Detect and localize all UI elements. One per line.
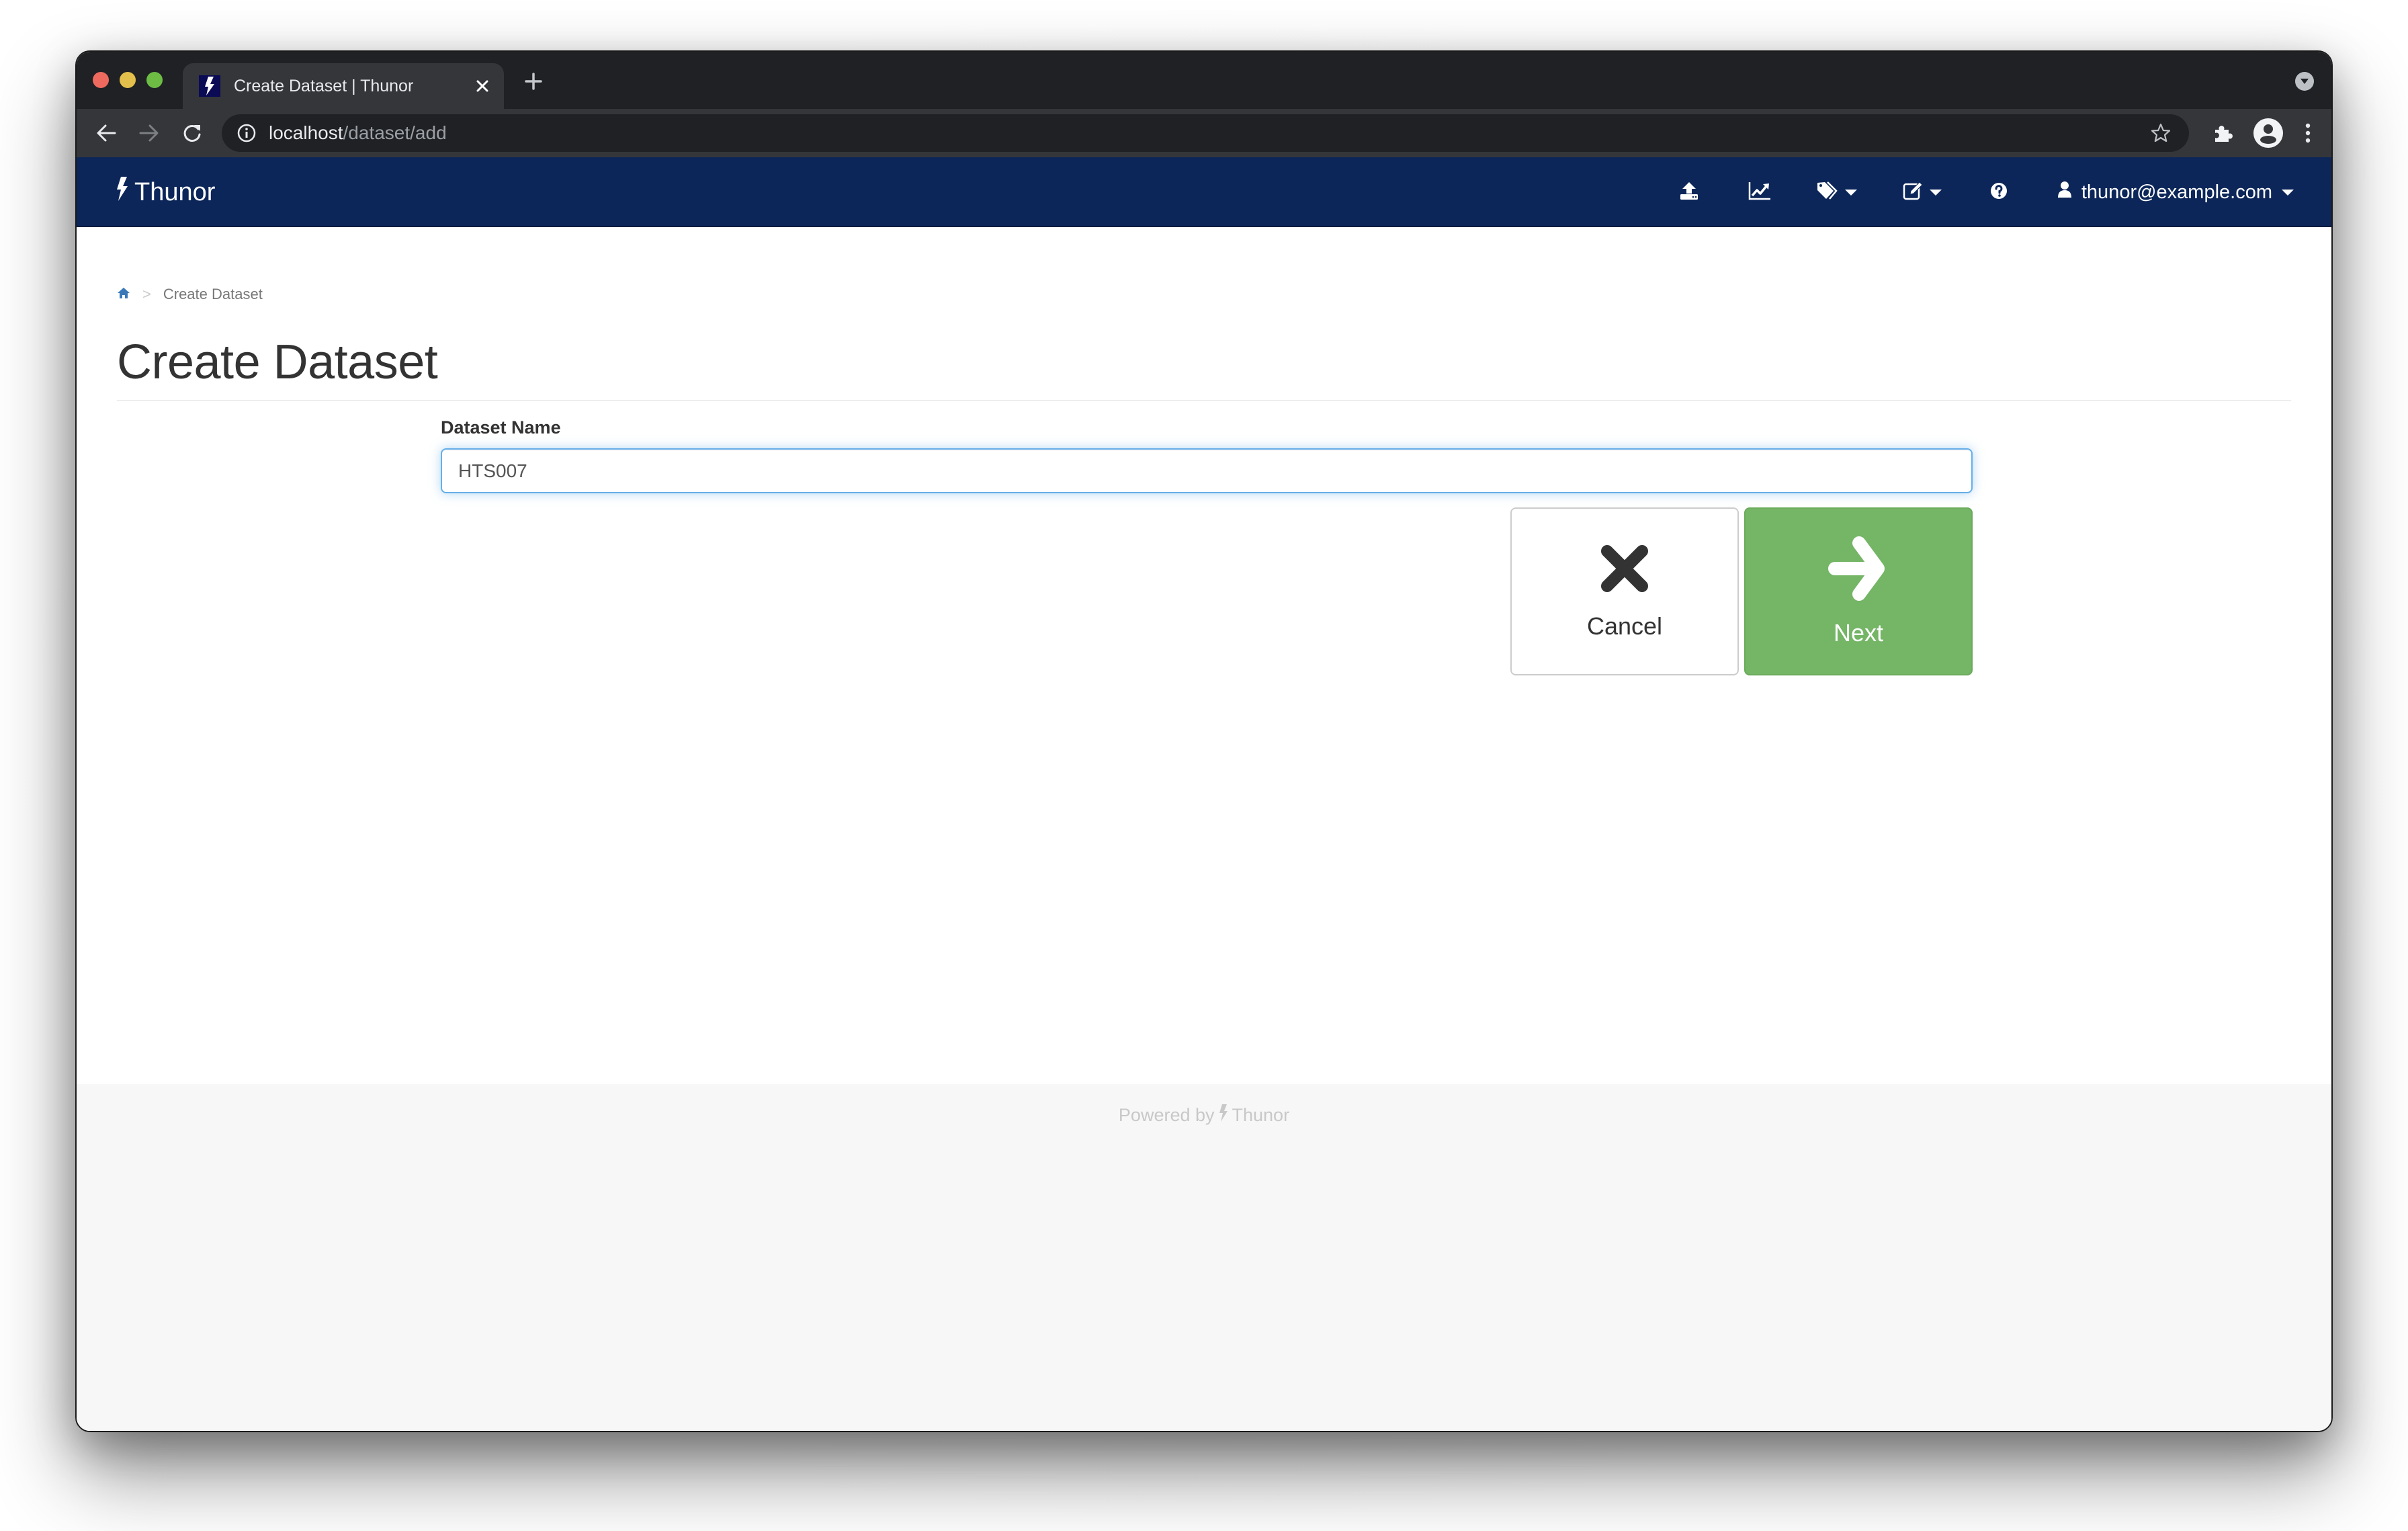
- tab-strip: Create Dataset | Thunor: [77, 52, 2331, 109]
- footer-brand: Thunor: [1232, 1105, 1290, 1125]
- edit-icon: [1903, 181, 1923, 204]
- dataset-name-input[interactable]: [441, 448, 1973, 493]
- puzzle-icon[interactable]: [2208, 116, 2237, 151]
- caret-down-icon: [1845, 189, 1857, 196]
- url-path: /dataset/add: [343, 122, 447, 143]
- kebab-menu-icon[interactable]: [2298, 116, 2318, 151]
- help-icon: [1990, 182, 2008, 203]
- chevron-down-circle-icon[interactable]: [2295, 72, 2314, 91]
- bolt-icon: [1219, 1104, 1228, 1126]
- user-menu-dropdown[interactable]: thunor@example.com: [2057, 157, 2294, 227]
- bolt-icon: [116, 177, 129, 208]
- browser-window: Create Dataset | Thunor localhost/datase: [75, 50, 2333, 1432]
- brand-link[interactable]: Thunor: [116, 157, 215, 227]
- cancel-label: Cancel: [1586, 612, 1663, 640]
- footer-prefix: Powered by: [1118, 1105, 1215, 1125]
- address-bar[interactable]: localhost/dataset/add: [222, 114, 2189, 152]
- tab-title: Create Dataset | Thunor: [234, 76, 414, 95]
- window-controls: [93, 72, 163, 88]
- star-icon[interactable]: [2150, 122, 2172, 144]
- user-email: thunor@example.com: [2081, 181, 2272, 203]
- info-icon[interactable]: [236, 123, 257, 143]
- nav-help-button[interactable]: [1990, 181, 2008, 203]
- plus-icon[interactable]: [520, 68, 547, 95]
- url-host: localhost: [269, 122, 343, 143]
- caret-down-icon: [1930, 189, 1942, 196]
- close-icon: [1599, 543, 1650, 612]
- close-window-button[interactable]: [93, 72, 109, 88]
- title-divider: [117, 400, 2291, 401]
- nav-edit-dropdown[interactable]: [1903, 181, 1942, 203]
- arrow-left-icon[interactable]: [91, 118, 121, 148]
- caret-down-icon: [2282, 189, 2294, 196]
- maximize-window-button[interactable]: [146, 72, 163, 88]
- browser-tab[interactable]: Create Dataset | Thunor: [183, 63, 504, 109]
- page-title: Create Dataset: [117, 335, 438, 389]
- reload-icon[interactable]: [177, 118, 207, 148]
- nav-plots-button[interactable]: [1748, 181, 1771, 203]
- brand-name: Thunor: [134, 177, 216, 206]
- footer-text: Powered by Thunor: [77, 1104, 2331, 1126]
- web-page: Thunor thunor@example.com > Create Datas…: [77, 157, 2331, 1431]
- cancel-button[interactable]: Cancel: [1510, 507, 1739, 675]
- upload-icon: [1680, 181, 1698, 204]
- minimize-window-button[interactable]: [120, 72, 136, 88]
- browser-toolbar: localhost/dataset/add: [77, 109, 2331, 157]
- user-icon: [2057, 181, 2072, 204]
- dataset-name-label: Dataset Name: [441, 417, 561, 438]
- next-label: Next: [1833, 618, 1884, 647]
- arrow-right-icon[interactable]: [134, 118, 164, 148]
- next-button[interactable]: Next: [1744, 507, 1973, 675]
- url-text: localhost/dataset/add: [269, 122, 447, 144]
- footer: Powered by Thunor: [77, 1084, 2331, 1431]
- tags-icon: [1817, 181, 1838, 204]
- close-icon[interactable]: [469, 73, 496, 99]
- breadcrumb-current: Create Dataset: [163, 286, 263, 302]
- navbar: Thunor thunor@example.com: [77, 157, 2331, 227]
- home-icon[interactable]: [117, 286, 130, 303]
- nav-tags-dropdown[interactable]: [1817, 181, 1857, 203]
- nav-upload-button[interactable]: [1680, 181, 1698, 203]
- breadcrumb: > Create Dataset: [117, 286, 263, 303]
- bolt-icon: [199, 75, 220, 97]
- breadcrumb-separator: >: [142, 286, 151, 302]
- account-circle-icon[interactable]: [2251, 116, 2286, 151]
- line-chart-icon: [1748, 181, 1771, 204]
- arrow-right-icon: [1828, 536, 1889, 619]
